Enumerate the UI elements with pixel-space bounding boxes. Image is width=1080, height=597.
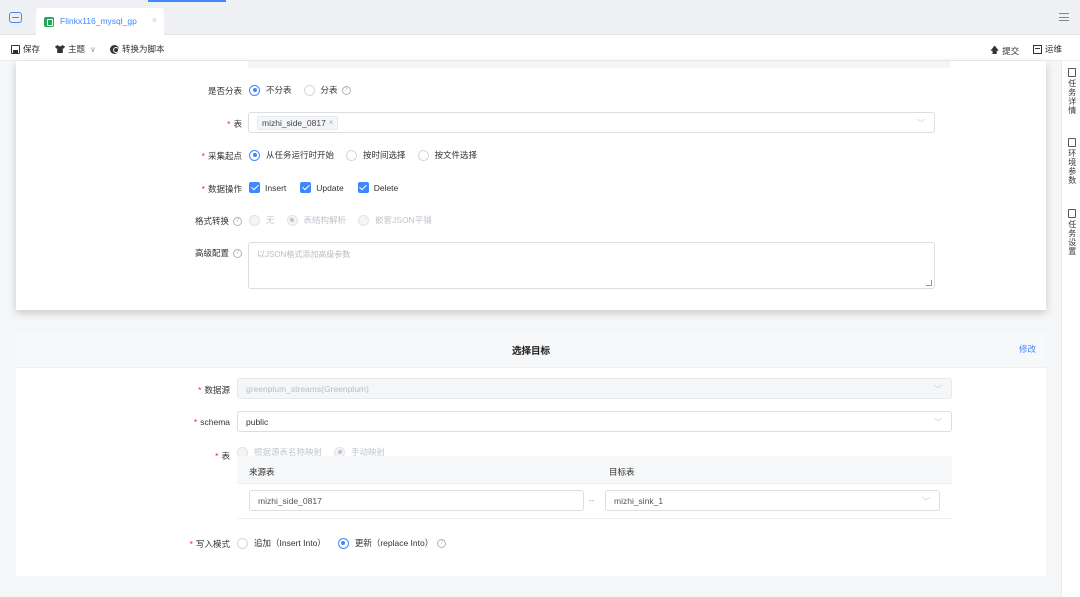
write-mode-radio-group: 追加（Insert Into） 更新（replace Into）? — [237, 537, 458, 549]
radio-table-parse[interactable]: 表结构解析 — [286, 214, 346, 226]
side-item-label: 任务详情 — [1067, 79, 1077, 115]
col-source-table: 来源表 — [249, 467, 275, 477]
radio-by-time[interactable]: 按时间选择 — [346, 149, 406, 161]
flink-task-icon — [44, 17, 54, 27]
tab-bar: Flinkx116_mysql_gp × — [0, 0, 1080, 35]
active-indicator — [148, 0, 226, 2]
data-op-checkbox-group: Insert Update Delete — [249, 182, 412, 193]
tab-close-icon[interactable]: × — [152, 15, 157, 25]
checkbox-update[interactable]: Update — [300, 182, 344, 193]
col-target-table: 目标表 — [609, 467, 635, 477]
table-tag: mizhi_side_0817 × — [257, 115, 339, 130]
side-item-task-details[interactable]: 任务详情 — [1062, 68, 1080, 115]
side-item-label: 任务设置 — [1067, 220, 1077, 256]
shirt-icon — [55, 45, 65, 53]
checkbox-delete[interactable]: Delete — [357, 182, 398, 193]
chevron-down-icon: ﹀ — [922, 497, 930, 506]
start-point-label: * 采集起点 — [201, 151, 242, 161]
advanced-placeholder: 以JSON格式添加高级参数 — [257, 250, 351, 259]
tag-close-icon[interactable]: × — [329, 118, 334, 127]
save-label: 保存 — [23, 44, 41, 54]
settings-doc-icon — [1067, 209, 1076, 218]
help-icon[interactable]: ? — [341, 85, 351, 95]
menu-icon[interactable] — [1059, 13, 1069, 21]
resize-handle[interactable] — [926, 280, 932, 286]
advanced-label: 高级配置? — [195, 247, 242, 259]
side-item-env-params[interactable]: 环境参数 — [1062, 138, 1080, 185]
radio-from-run[interactable]: 从任务运行时开始 — [249, 149, 334, 161]
datasource-select[interactable]: greenplum_streams(Greenplum) ﹀ — [237, 378, 952, 399]
target-card: 选择目标 修改 * 数据源 greenplum_streams(Greenplum… — [16, 331, 1046, 576]
target-title: 选择目标 — [511, 346, 550, 357]
checkbox-insert[interactable]: Insert — [249, 182, 286, 193]
save-icon — [11, 44, 20, 54]
tab-title: Flinkx116_mysql_gp — [60, 16, 137, 26]
convert-label: 转换为脚本 — [122, 44, 165, 54]
arrow-up-icon: 🡅 — [990, 45, 1000, 55]
theme-label: 主题 — [68, 44, 86, 54]
schema-select[interactable]: public ﹀ — [237, 411, 952, 432]
convert-to-script-button[interactable]: 转换为脚本 — [110, 43, 165, 55]
tab-flinkx116-mysql-gp[interactable]: Flinkx116_mysql_gp × — [36, 8, 164, 35]
schema-label: * schema — [193, 417, 230, 427]
previous-field — [248, 61, 951, 68]
source-card: 是否分表 不分表 分表? * 表 mizhi_side_0817 × ﹀ * 采集起… — [16, 61, 1046, 310]
ops-icon — [1033, 44, 1042, 54]
mapping-separator: -- — [589, 496, 595, 505]
theme-button[interactable]: 主题 ∨ — [55, 43, 96, 55]
chevron-down-icon: ﹀ — [934, 385, 942, 394]
start-point-radio-group: 从任务运行时开始 按时间选择 按文件选择 — [249, 149, 489, 161]
ops-button[interactable]: 运维 — [1033, 43, 1062, 55]
format-label: 格式转换? — [195, 215, 242, 227]
radio-json-flatten[interactable]: 嵌套JSON平铺 — [358, 214, 432, 226]
chevron-down-icon: ﹀ — [934, 418, 942, 427]
mapping-header: 来源表 目标表 — [237, 456, 952, 484]
data-op-label: * 数据操作 — [201, 184, 242, 194]
datasource-label: * 数据源 — [198, 385, 230, 395]
datasource-value: greenplum_streams(Greenplum) — [246, 383, 369, 394]
format-radio-group: 无 表结构解析 嵌套JSON平铺 — [249, 214, 444, 226]
main-content: 是否分表 不分表 分表? * 表 mizhi_side_0817 × ﹀ * 采集起… — [0, 61, 1061, 597]
chevron-down-icon: ∨ — [90, 44, 96, 54]
advanced-config-textarea[interactable]: 以JSON格式添加高级参数 — [248, 242, 935, 289]
split-table-radio-group: 不分表 分表? — [249, 84, 363, 96]
help-icon[interactable]: ? — [233, 249, 242, 259]
home-icon[interactable] — [9, 12, 22, 23]
radio-insert-into[interactable]: 追加（Insert Into） — [237, 537, 326, 549]
source-table-select[interactable]: mizhi_side_0817 × ﹀ — [248, 112, 935, 133]
radio-replace-into[interactable]: 更新（replace Into）? — [337, 537, 447, 549]
side-item-label: 环境参数 — [1067, 149, 1077, 185]
radio-split[interactable]: 分表? — [303, 84, 351, 96]
help-icon[interactable]: ? — [233, 217, 242, 227]
mapping-row: mizhi_side_0817 -- mizhi_sink_1 ﹀ — [237, 484, 952, 519]
submit-label: 提交 — [1002, 46, 1020, 56]
save-button[interactable]: 保存 — [11, 43, 40, 55]
calculator-icon — [1067, 138, 1076, 147]
schema-value: public — [246, 416, 269, 427]
target-table-label: * 表 — [215, 451, 230, 461]
radio-no-split[interactable]: 不分表 — [249, 84, 292, 96]
split-table-label: 是否分表 — [207, 86, 242, 96]
source-table-input[interactable]: mizhi_side_0817 — [249, 490, 584, 511]
help-icon[interactable]: ? — [437, 538, 447, 548]
side-panel: 任务详情 环境参数 任务设置 — [1061, 61, 1080, 597]
ops-label: 运维 — [1045, 44, 1063, 54]
radio-by-file[interactable]: 按文件选择 — [417, 149, 477, 161]
document-icon — [1067, 68, 1076, 77]
edit-link[interactable]: 修改 — [1019, 343, 1036, 355]
target-table-select[interactable]: mizhi_sink_1 ﹀ — [605, 490, 940, 511]
target-card-header: 选择目标 修改 — [16, 331, 1046, 368]
chevron-down-icon: ﹀ — [917, 119, 925, 128]
submit-button[interactable]: 🡅 提交 — [990, 43, 1019, 59]
write-mode-label: * 写入模式 — [189, 539, 230, 549]
table-label: * 表 — [227, 119, 242, 129]
toolbar: 保存 主题 ∨ 转换为脚本 🡅 提交 运维 — [0, 35, 1080, 61]
convert-icon — [110, 44, 119, 54]
radio-none[interactable]: 无 — [249, 214, 275, 226]
table-mapping: 来源表 目标表 mizhi_side_0817 -- mizhi_sink_1 … — [237, 456, 952, 523]
side-item-task-settings[interactable]: 任务设置 — [1062, 209, 1080, 256]
